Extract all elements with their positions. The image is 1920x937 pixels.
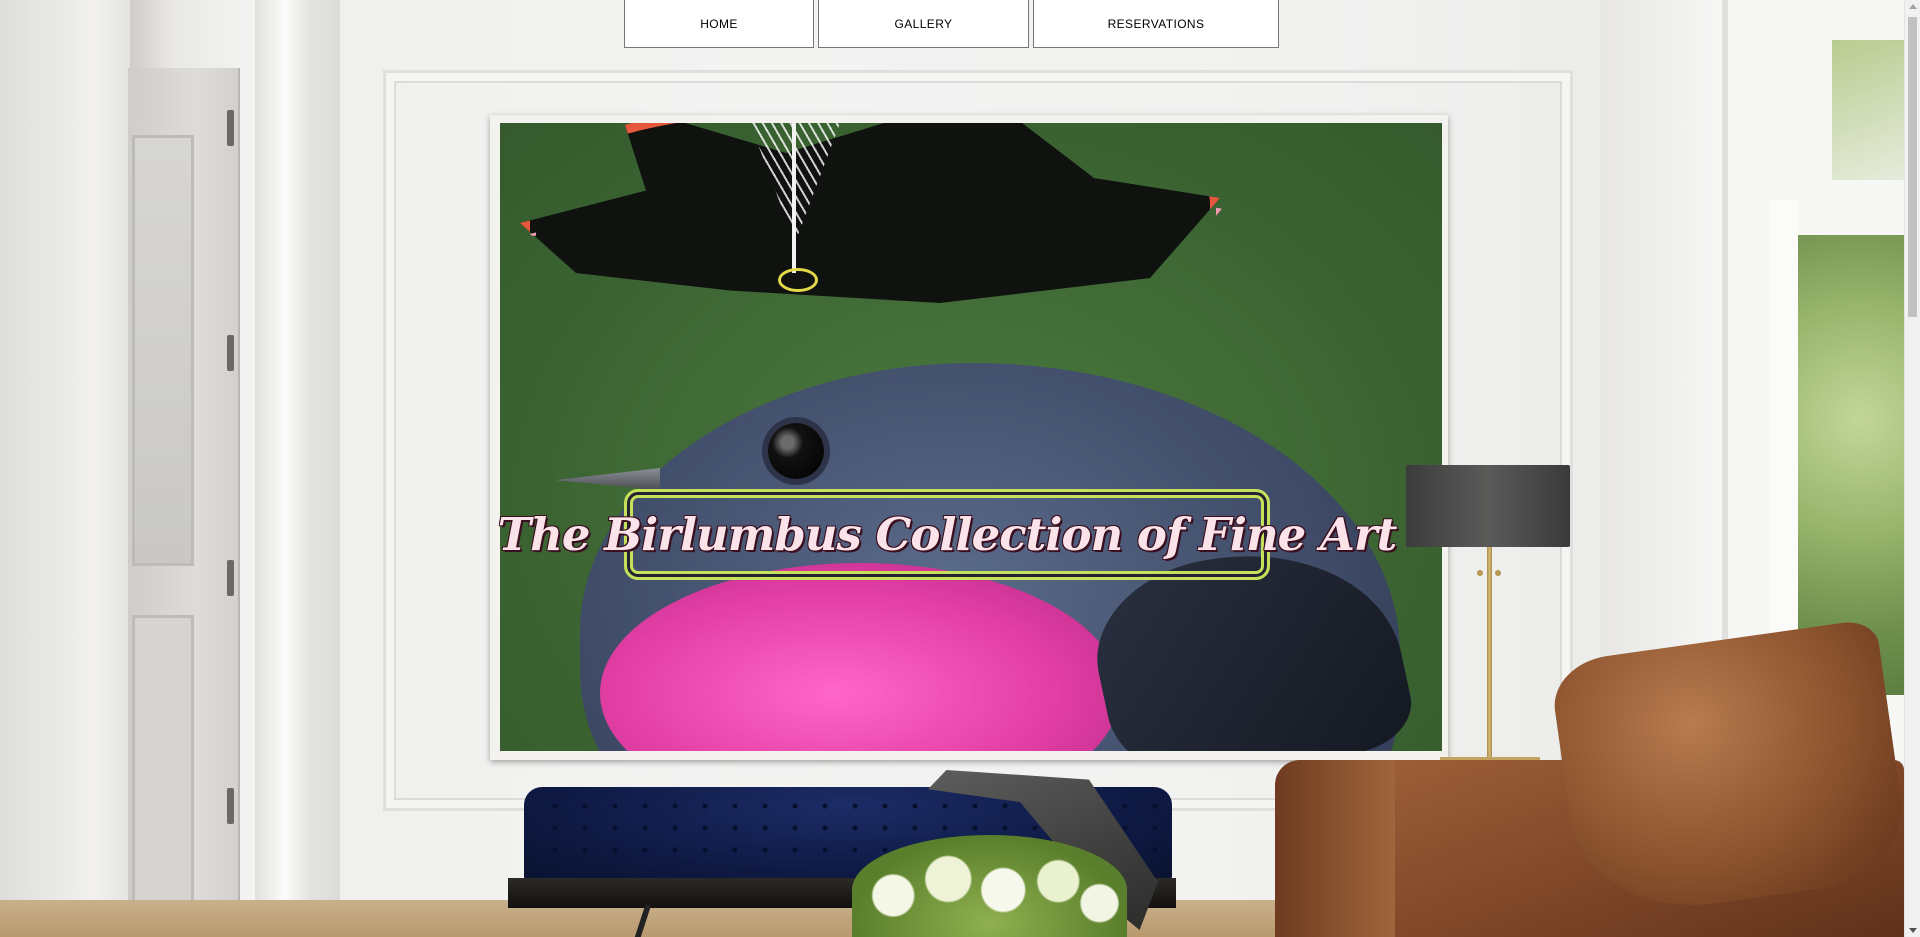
painting-bird-with-hat	[500, 123, 1442, 751]
scroll-down-icon[interactable]	[1909, 928, 1917, 933]
feather-quill	[792, 123, 796, 273]
nav-home-button[interactable]: HOME	[624, 0, 814, 48]
door-hinge	[227, 560, 234, 596]
floor-lamp-shade	[1406, 465, 1570, 547]
door-lower-panel	[132, 615, 194, 921]
background-room-scene: The Birlumbus Collection of Fine Art	[0, 0, 1904, 937]
window-glass-top	[1832, 40, 1904, 180]
site-title: The Birlumbus Collection of Fine Art	[497, 508, 1398, 561]
lamp-knob	[1495, 570, 1501, 576]
door-casing	[255, 0, 315, 937]
door-hinge	[227, 110, 234, 146]
lamp-knob	[1477, 570, 1483, 576]
bird-eye	[768, 423, 824, 479]
scroll-thumb[interactable]	[1908, 17, 1917, 317]
nav-reservations-button[interactable]: RESERVATIONS	[1033, 0, 1279, 48]
vertical-scrollbar[interactable]	[1904, 0, 1920, 937]
feather-base	[778, 268, 818, 292]
site-title-box: The Birlumbus Collection of Fine Art	[498, 489, 1397, 580]
door-hinge	[227, 788, 234, 824]
door-glass-panel	[132, 135, 194, 566]
main-nav: HOME GALLERY RESERVATIONS	[624, 0, 1279, 48]
door-hinge	[227, 335, 234, 371]
scroll-up-icon[interactable]	[1909, 4, 1917, 9]
sofa-arm	[1275, 760, 1395, 937]
left-wall	[0, 0, 135, 937]
nav-gallery-button[interactable]: GALLERY	[818, 0, 1029, 48]
floor-lamp-pole	[1487, 547, 1492, 762]
tulip-bouquet	[852, 835, 1127, 937]
